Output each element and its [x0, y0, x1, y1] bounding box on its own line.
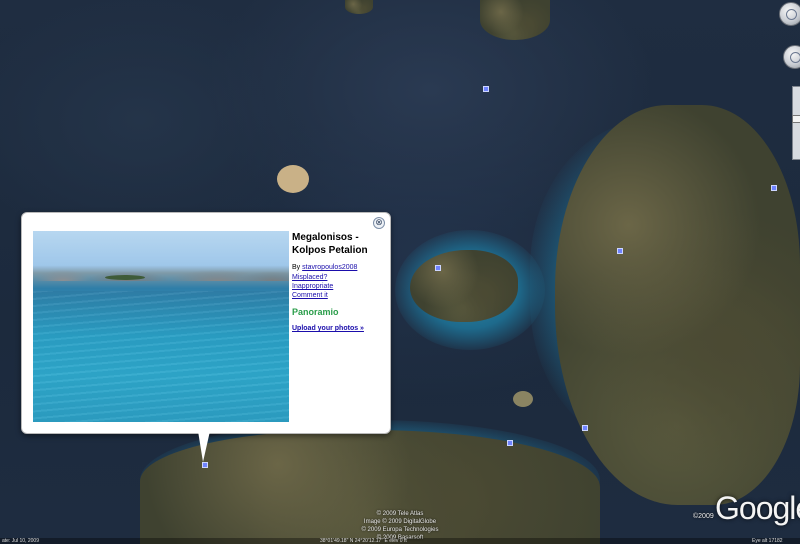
- google-logo: Google: [715, 490, 800, 526]
- author-link[interactable]: stavropoulos2008: [302, 264, 357, 271]
- inappropriate-link[interactable]: Inappropriate: [292, 282, 384, 291]
- balloon-tail: [198, 431, 210, 462]
- photo-info-balloon: ⊗ Megalonisos - Kolpos Petalion By stavr…: [21, 212, 391, 434]
- photo-title: Megalonisos - Kolpos Petalion: [292, 232, 368, 256]
- move-control-icon[interactable]: [783, 45, 800, 69]
- coordinates-readout: 38°01'49.18" N 24°20'12.17" E elev 0 ft: [320, 538, 407, 544]
- status-bar: ate: Jul 10, 2009 38°01'49.18" N 24°20'1…: [0, 538, 800, 544]
- zoom-slider-icon[interactable]: [792, 86, 800, 160]
- panoramio-photo[interactable]: [33, 231, 289, 422]
- look-control-icon[interactable]: [779, 2, 800, 26]
- photo-marker-icon[interactable]: [435, 265, 441, 271]
- photo-marker-icon[interactable]: [483, 86, 489, 92]
- photo-marker-icon[interactable]: [202, 462, 208, 468]
- imagery-date: ate: Jul 10, 2009: [2, 538, 39, 544]
- upload-photos-link[interactable]: Upload your photos »: [292, 325, 364, 332]
- photo-marker-icon[interactable]: [771, 185, 777, 191]
- author-line: By stavropoulos2008: [292, 264, 358, 271]
- photo-info: Megalonisos - Kolpos Petalion By stavrop…: [292, 231, 384, 332]
- photo-marker-icon[interactable]: [582, 425, 588, 431]
- comment-link[interactable]: Comment it: [292, 291, 384, 300]
- zoom-slider-knob[interactable]: [792, 115, 800, 123]
- photo-marker-icon[interactable]: [617, 248, 623, 254]
- copyright-year: ©2009: [693, 513, 714, 520]
- close-icon[interactable]: ⊗: [373, 217, 385, 229]
- photo-marker-icon[interactable]: [507, 440, 513, 446]
- photo-links: Misplaced? Inappropriate Comment it: [292, 273, 384, 300]
- eye-altitude: Eye alt 17182: [752, 538, 783, 544]
- panoramio-logo[interactable]: Panoramio: [292, 307, 384, 317]
- misplaced-link[interactable]: Misplaced?: [292, 273, 384, 282]
